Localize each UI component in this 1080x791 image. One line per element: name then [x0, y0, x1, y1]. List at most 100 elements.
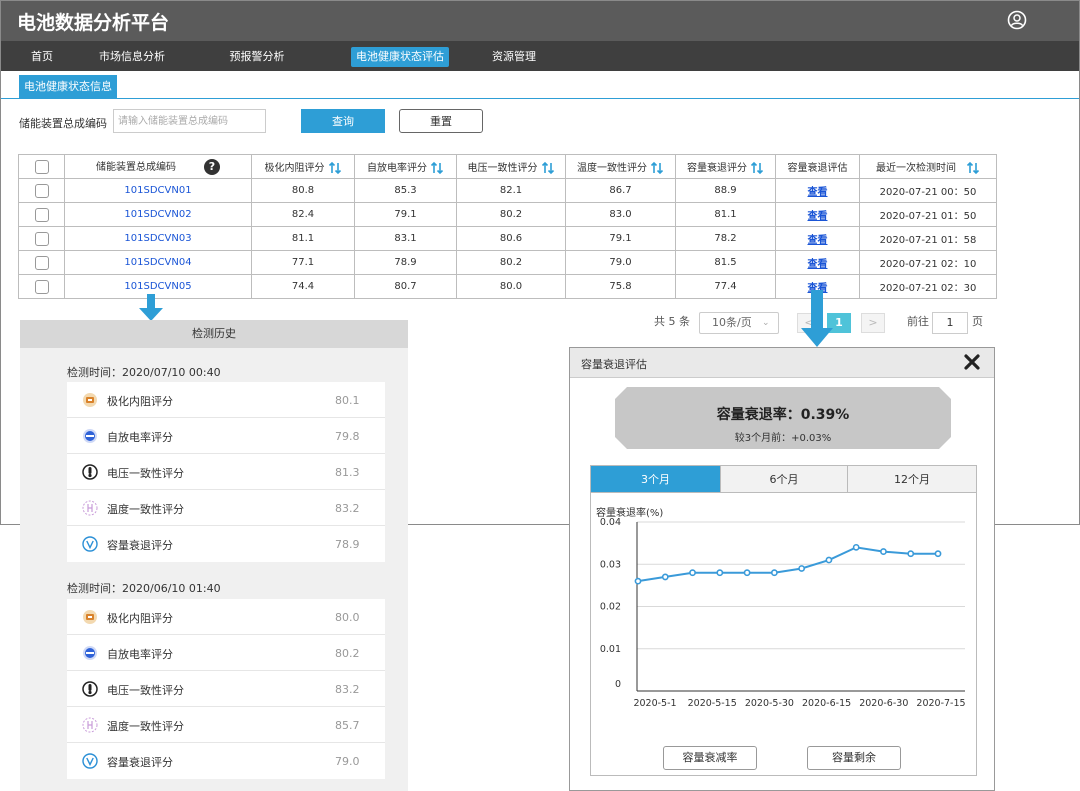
device-code-link[interactable]: 101SDCVN03: [124, 233, 191, 244]
reset-button[interactable]: 重置: [399, 109, 483, 133]
cell-cap: 78.2: [675, 226, 776, 251]
data-point: [689, 569, 696, 577]
col-voltage-label: 电压一致性评分: [467, 162, 538, 174]
tab-12-months[interactable]: 12个月: [847, 466, 976, 493]
col-voltage[interactable]: 电压一致性评分: [456, 154, 566, 179]
col-polarization[interactable]: 极化内阻评分: [251, 154, 355, 179]
row-select-cell[interactable]: [18, 178, 65, 203]
score-row: 自放电率评分 80.2: [67, 635, 385, 671]
capacity-decay-line-chart: 0 0.01 0.02 0.03 0.04 2020-5-1 2020-5-15 2020-5…: [600, 517, 966, 709]
top-header: 电池数据分析平台: [1, 1, 1079, 41]
score-row: 极化内阻评分 80.1: [67, 382, 385, 418]
row-select-cell[interactable]: [18, 202, 65, 227]
arrow-down-icon: [801, 290, 833, 347]
sort-icon[interactable]: [750, 161, 764, 175]
row-select-cell[interactable]: [18, 250, 65, 275]
device-code-link[interactable]: 101SDCVN02: [124, 209, 191, 220]
history-time-1: 检测时间：2020/07/10 00:40: [67, 366, 221, 379]
data-point: [798, 565, 806, 572]
capacity-decay-rate-button[interactable]: 容量衰减率: [663, 746, 757, 770]
view-link[interactable]: 查看: [808, 187, 828, 198]
close-icon[interactable]: [964, 354, 980, 370]
cell-value: 80.7: [394, 281, 417, 292]
table-row: 101SDCVN02 82.4 79.1 80.2 83.0 81.1 查看 2020-07-…: [18, 202, 997, 227]
decay-rate-box: 容量衰退率：0.39% 较3个月前：+0.03%: [615, 387, 951, 449]
col-polarization-label: 极化内阻评分: [264, 162, 325, 174]
row-checkbox[interactable]: [34, 207, 49, 222]
next-page-button[interactable]: >: [861, 313, 885, 333]
row-checkbox[interactable]: [34, 255, 49, 270]
cell-value: 79.1: [394, 209, 417, 220]
score-value: 81.3: [335, 466, 360, 479]
nav-market-analysis[interactable]: 市场信息分析: [89, 47, 175, 67]
nav-home[interactable]: 首页: [21, 47, 63, 67]
device-code-link[interactable]: 101SDCVN01: [124, 185, 191, 196]
query-button[interactable]: 查询: [301, 109, 385, 133]
capacity-remaining-button[interactable]: 容量剩余: [807, 746, 901, 770]
select-all-checkbox[interactable]: [34, 159, 49, 174]
cell-value: 74.4: [291, 281, 315, 292]
cell-value: 79.0: [609, 257, 632, 268]
data-point: [634, 577, 642, 585]
score-value: 83.2: [335, 683, 360, 696]
view-link[interactable]: 查看: [808, 211, 828, 222]
sort-icon[interactable]: [541, 161, 555, 175]
tab-battery-health-info[interactable]: 电池健康状态信息: [19, 75, 117, 99]
col-last-check[interactable]: 最近一次检测时间: [859, 154, 997, 179]
score-value: 78.9: [335, 538, 360, 551]
nav-battery-health[interactable]: 电池健康状态评估: [351, 47, 449, 67]
sort-icon[interactable]: [650, 161, 664, 175]
col-temperature[interactable]: 温度一致性评分: [565, 154, 676, 179]
col-capacity-score[interactable]: 容量衰退评分: [675, 154, 776, 179]
self-discharge-icon: [83, 646, 97, 660]
tab-3-months[interactable]: 3个月: [591, 466, 720, 493]
view-link[interactable]: 查看: [808, 259, 828, 270]
device-code-link[interactable]: 101SDCVN04: [124, 257, 191, 268]
row-checkbox[interactable]: [34, 231, 49, 246]
score-value: 80.1: [335, 394, 360, 407]
col-capacity-eval-label: 容量衰退评估: [787, 163, 848, 174]
select-all-cell[interactable]: [18, 154, 65, 179]
user-account-icon[interactable]: [1007, 10, 1027, 30]
cell-cap: 88.9: [675, 178, 776, 203]
cell-value: 80.6: [499, 233, 523, 244]
cell-volt: 82.1: [456, 178, 566, 203]
cell-value: 77.4: [714, 281, 737, 292]
device-code-link[interactable]: 101SDCVN05: [124, 281, 191, 292]
tab-6-months[interactable]: 6个月: [720, 466, 847, 493]
row-checkbox[interactable]: [34, 279, 49, 294]
col-self-discharge[interactable]: 自放电率评分: [354, 154, 457, 179]
cell-value: 2020-07-21 00：50: [879, 187, 977, 198]
score-row: 电压一致性评分 83.2: [67, 671, 385, 707]
sort-icon[interactable]: [430, 161, 444, 175]
score-label: 容量衰退评分: [107, 539, 173, 552]
chart-frame: 3个月 6个月 12个月 容量衰退率(%) 0 0.01 0.02 0.03 0.04 2…: [590, 465, 977, 776]
nav-resource-management[interactable]: 资源管理: [481, 47, 547, 67]
cell-value: 85.3: [394, 185, 417, 196]
row-select-cell[interactable]: [18, 226, 65, 251]
sort-icon[interactable]: [328, 161, 342, 175]
row-checkbox[interactable]: [34, 183, 49, 198]
score-label: 极化内阻评分: [107, 395, 173, 408]
goto-page-input[interactable]: 1: [932, 312, 968, 334]
decay-rate-change: 较3个月前：+0.03%: [734, 433, 832, 444]
cell-cap: 81.1: [675, 202, 776, 227]
view-link[interactable]: 查看: [808, 235, 828, 246]
score-label: 极化内阻评分: [107, 612, 173, 625]
cell-value: 88.9: [714, 185, 737, 196]
cell-value: 2020-07-21 01：58: [879, 235, 977, 246]
page-size-value: 10条/页: [712, 316, 752, 329]
device-code-input[interactable]: [113, 109, 266, 133]
nav-alert-analysis[interactable]: 预报警分析: [219, 47, 295, 67]
data-point: [716, 569, 724, 577]
cell-polar: 80.8: [251, 178, 355, 203]
table-row: 101SDCVN04 77.1 78.9 80.2 79.0 81.5 查看 2020-07-…: [18, 250, 997, 275]
sort-icon[interactable]: [966, 161, 980, 175]
y-tick-label: 0.03: [600, 559, 621, 570]
cell-selfdis: 80.7: [354, 274, 457, 299]
cell-volt: 80.0: [456, 274, 566, 299]
help-icon[interactable]: ?: [204, 159, 220, 175]
col-self-discharge-label: 自放电率评分: [367, 162, 427, 174]
page-size-select[interactable]: 10条/页 ⌄: [699, 312, 779, 334]
row-select-cell[interactable]: [18, 274, 65, 299]
